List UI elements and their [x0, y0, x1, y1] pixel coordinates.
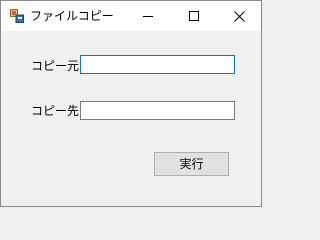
- maximize-button[interactable]: [171, 1, 217, 31]
- destination-label: コピー先: [31, 104, 80, 118]
- destination-path-input[interactable]: [80, 101, 235, 120]
- app-window: ファイルコピー コピー元 コピー先 実行: [0, 0, 262, 207]
- window-title: ファイルコピー: [30, 9, 114, 23]
- app-icon: [10, 9, 24, 23]
- close-icon: [233, 10, 245, 22]
- run-button[interactable]: 実行: [154, 152, 229, 176]
- close-button[interactable]: [216, 1, 262, 31]
- title-bar[interactable]: ファイルコピー: [1, 1, 261, 31]
- minimize-icon: [143, 16, 153, 17]
- minimize-button[interactable]: [125, 1, 171, 31]
- source-label: コピー元: [31, 59, 80, 73]
- source-path-input[interactable]: [80, 55, 235, 74]
- maximize-icon: [189, 11, 199, 21]
